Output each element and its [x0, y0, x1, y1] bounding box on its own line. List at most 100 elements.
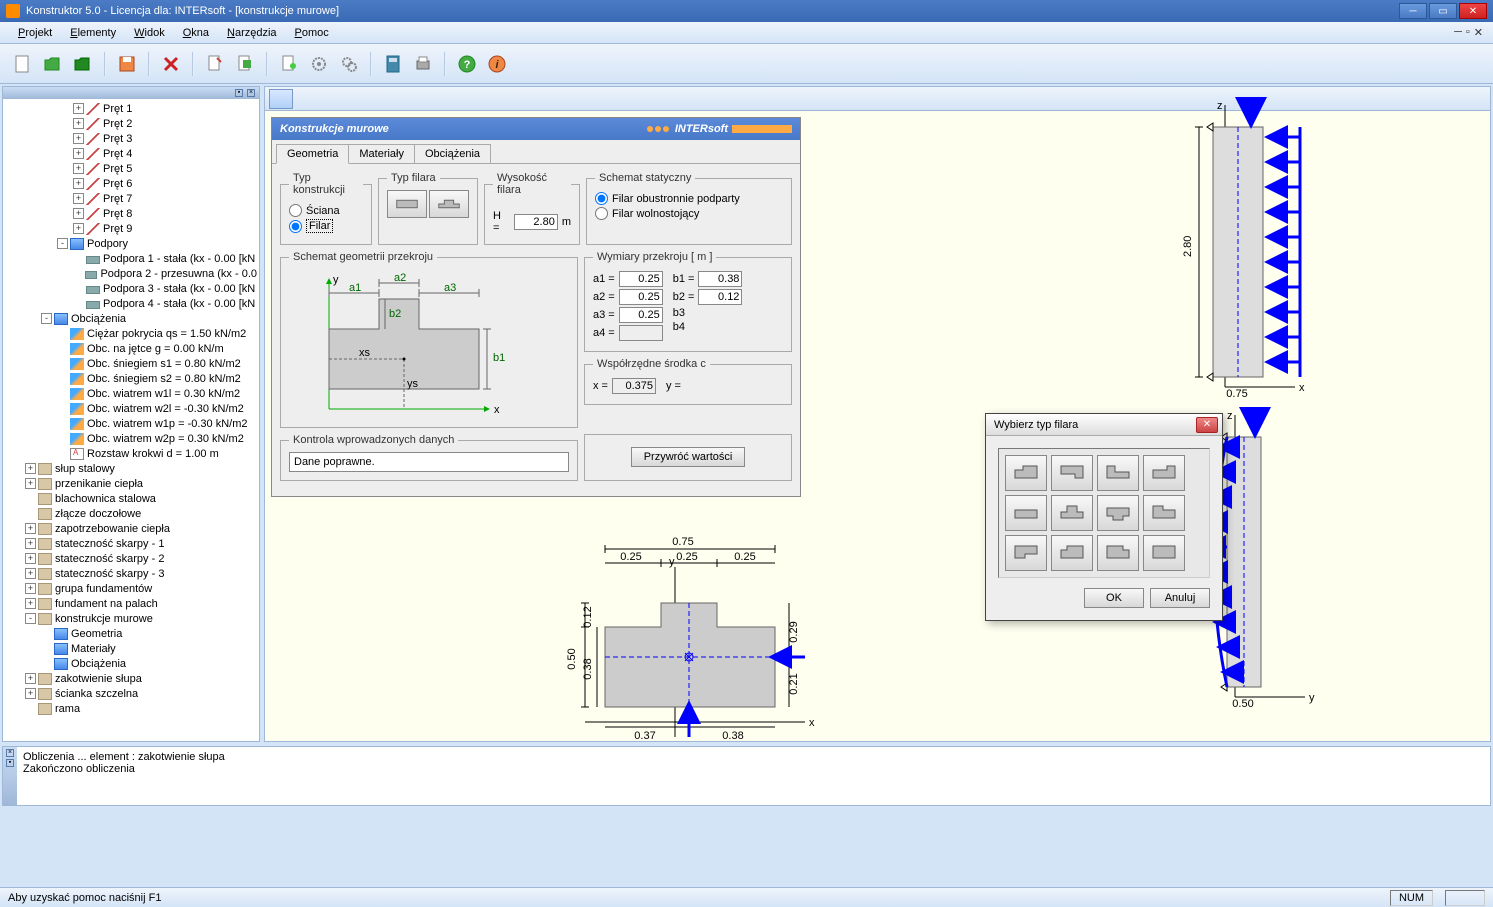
tree-murowe-1[interactable]: Materiały [5, 641, 257, 656]
shape-option-4[interactable] [1143, 455, 1185, 491]
radio-sciana[interactable]: Ściana [289, 204, 363, 217]
shape-option-5[interactable] [1005, 495, 1047, 531]
tree-obciazenia[interactable]: -Obciążenia [5, 311, 257, 326]
tree-pret-9[interactable]: +Pręt 9 [5, 221, 257, 236]
tree-podpory[interactable]: -Podpory [5, 236, 257, 251]
tree-module-2[interactable]: blachownica stalowa [5, 491, 257, 506]
tb-open-icon[interactable] [40, 51, 66, 77]
tree-obc-8[interactable]: Obc. wiatrem w2p = 0.30 kN/m2 [5, 431, 257, 446]
tree-rama[interactable]: rama [5, 701, 257, 716]
tb-info-icon[interactable]: i [484, 51, 510, 77]
tree-module-5[interactable]: +stateczność skarpy - 1 [5, 536, 257, 551]
radio-wolnostojacy[interactable]: Filar wolnostojący [595, 207, 783, 220]
menu-narzedzia[interactable]: Narzędzia [219, 25, 285, 41]
tree-close-icon[interactable]: × [247, 89, 255, 97]
tree-pret-5[interactable]: +Pręt 5 [5, 161, 257, 176]
tree-obc-1[interactable]: Ciężar pokrycia qs = 1.50 kN/m2 [5, 326, 257, 341]
input-a3[interactable] [619, 307, 663, 323]
modal-ok-button[interactable]: OK [1084, 588, 1144, 608]
tb-delete-icon[interactable] [158, 51, 184, 77]
tree-module-10[interactable]: -konstrukcje murowe [5, 611, 257, 626]
tree-murowe-0[interactable]: Geometria [5, 626, 257, 641]
tree-podpora-1[interactable]: Podpora 1 - stała (kx - 0.00 [kN [5, 251, 257, 266]
input-b2[interactable] [698, 289, 742, 305]
tree-obc-4[interactable]: Obc. śniegiem s2 = 0.80 kN/m2 [5, 371, 257, 386]
shape-option-1[interactable] [1005, 455, 1047, 491]
input-H[interactable] [514, 214, 558, 230]
tree-obc-9[interactable]: Rozstaw krokwi d = 1.00 m [5, 446, 257, 461]
shape-option-2[interactable] [1051, 455, 1093, 491]
shape-option-8[interactable] [1143, 495, 1185, 531]
menu-elementy[interactable]: Elementy [62, 25, 124, 41]
shape-option-6[interactable] [1051, 495, 1093, 531]
radio-filar[interactable]: Filar [289, 219, 363, 233]
shape-option-12[interactable] [1143, 535, 1185, 571]
tb-doc1-icon[interactable] [202, 51, 228, 77]
mdi-restore-button[interactable]: ▫ [1466, 26, 1470, 39]
tree-obc-2[interactable]: Obc. na jętce g = 0.00 kN/m [5, 341, 257, 356]
tree-module-1[interactable]: +przenikanie ciepła [5, 476, 257, 491]
menu-pomoc[interactable]: Pomoc [287, 25, 337, 41]
tb-gear1-icon[interactable] [306, 51, 332, 77]
tree-scianka[interactable]: +ścianka szczelna [5, 686, 257, 701]
tb-doc3-icon[interactable] [276, 51, 302, 77]
tree-pret-1[interactable]: +Pręt 1 [5, 101, 257, 116]
tree-obc-6[interactable]: Obc. wiatrem w2l = -0.30 kN/m2 [5, 401, 257, 416]
tree-module-4[interactable]: +zapotrzebowanie ciepła [5, 521, 257, 536]
shape-option-9[interactable] [1005, 535, 1047, 571]
typ-filara-btn-2[interactable] [429, 190, 469, 218]
tree-obc-5[interactable]: Obc. wiatrem w1l = 0.30 kN/m2 [5, 386, 257, 401]
shape-option-10[interactable] [1051, 535, 1093, 571]
tb-help-icon[interactable]: ? [454, 51, 480, 77]
close-button[interactable]: ✕ [1459, 3, 1487, 19]
input-a1[interactable] [619, 271, 663, 287]
tab-materialy[interactable]: Materiały [348, 144, 415, 163]
tree-module-6[interactable]: +stateczność skarpy - 2 [5, 551, 257, 566]
tree-module-0[interactable]: +słup stalowy [5, 461, 257, 476]
modal-cancel-button[interactable]: Anuluj [1150, 588, 1210, 608]
tree-obc-7[interactable]: Obc. wiatrem w1p = -0.30 kN/m2 [5, 416, 257, 431]
tree-pret-3[interactable]: +Pręt 3 [5, 131, 257, 146]
input-a2[interactable] [619, 289, 663, 305]
radio-obustronnie[interactable]: Filar obustronnie podparty [595, 192, 783, 205]
shape-option-11[interactable] [1097, 535, 1139, 571]
tree-pret-8[interactable]: +Pręt 8 [5, 206, 257, 221]
tree-murowe-2[interactable]: Obciążenia [5, 656, 257, 671]
input-b1[interactable] [698, 271, 742, 287]
tree-podpora-4[interactable]: Podpora 4 - stała (kx - 0.00 [kN [5, 296, 257, 311]
minimize-button[interactable]: ─ [1399, 3, 1427, 19]
maximize-button[interactable]: ▭ [1429, 3, 1457, 19]
menu-widok[interactable]: Widok [126, 25, 173, 41]
output-close-icon[interactable]: × [6, 749, 14, 757]
tree-module-9[interactable]: +fundament na palach [5, 596, 257, 611]
tb-gear2-icon[interactable] [336, 51, 362, 77]
tb-doc2-icon[interactable] [232, 51, 258, 77]
tree-module-7[interactable]: +stateczność skarpy - 3 [5, 566, 257, 581]
tree-podpora-2[interactable]: Podpora 2 - przesuwna (kx - 0.0 [5, 266, 257, 281]
tree-pin-icon[interactable]: ▪ [235, 89, 243, 97]
shape-option-3[interactable] [1097, 455, 1139, 491]
tree-pret-2[interactable]: +Pręt 2 [5, 116, 257, 131]
tab-obciazenia[interactable]: Obciążenia [414, 144, 491, 163]
modal-close-button[interactable]: ✕ [1196, 417, 1218, 433]
output-pin-icon[interactable]: ▪ [6, 759, 14, 767]
przywroc-button[interactable]: Przywróć wartości [631, 447, 746, 467]
workspace-view-tab[interactable] [269, 89, 293, 109]
tree-module-8[interactable]: +grupa fundamentów [5, 581, 257, 596]
tree-module-3[interactable]: złącze doczołowe [5, 506, 257, 521]
input-a4[interactable] [619, 325, 663, 341]
tree-pret-4[interactable]: +Pręt 4 [5, 146, 257, 161]
tree-pret-6[interactable]: +Pręt 6 [5, 176, 257, 191]
tb-save-icon[interactable] [114, 51, 140, 77]
mdi-close-button[interactable]: ✕ [1474, 26, 1483, 39]
menu-okna[interactable]: Okna [175, 25, 217, 41]
tb-new-icon[interactable] [10, 51, 36, 77]
mdi-minimize-button[interactable]: ─ [1454, 26, 1462, 39]
tab-geometria[interactable]: Geometria [276, 144, 349, 164]
menu-projekt[interactable]: Projekt [10, 25, 60, 41]
shape-option-7[interactable] [1097, 495, 1139, 531]
tree-obc-3[interactable]: Obc. śniegiem s1 = 0.80 kN/m2 [5, 356, 257, 371]
tree-podpora-3[interactable]: Podpora 3 - stała (kx - 0.00 [kN [5, 281, 257, 296]
tree-pret-7[interactable]: +Pręt 7 [5, 191, 257, 206]
tb-open2-icon[interactable] [70, 51, 96, 77]
